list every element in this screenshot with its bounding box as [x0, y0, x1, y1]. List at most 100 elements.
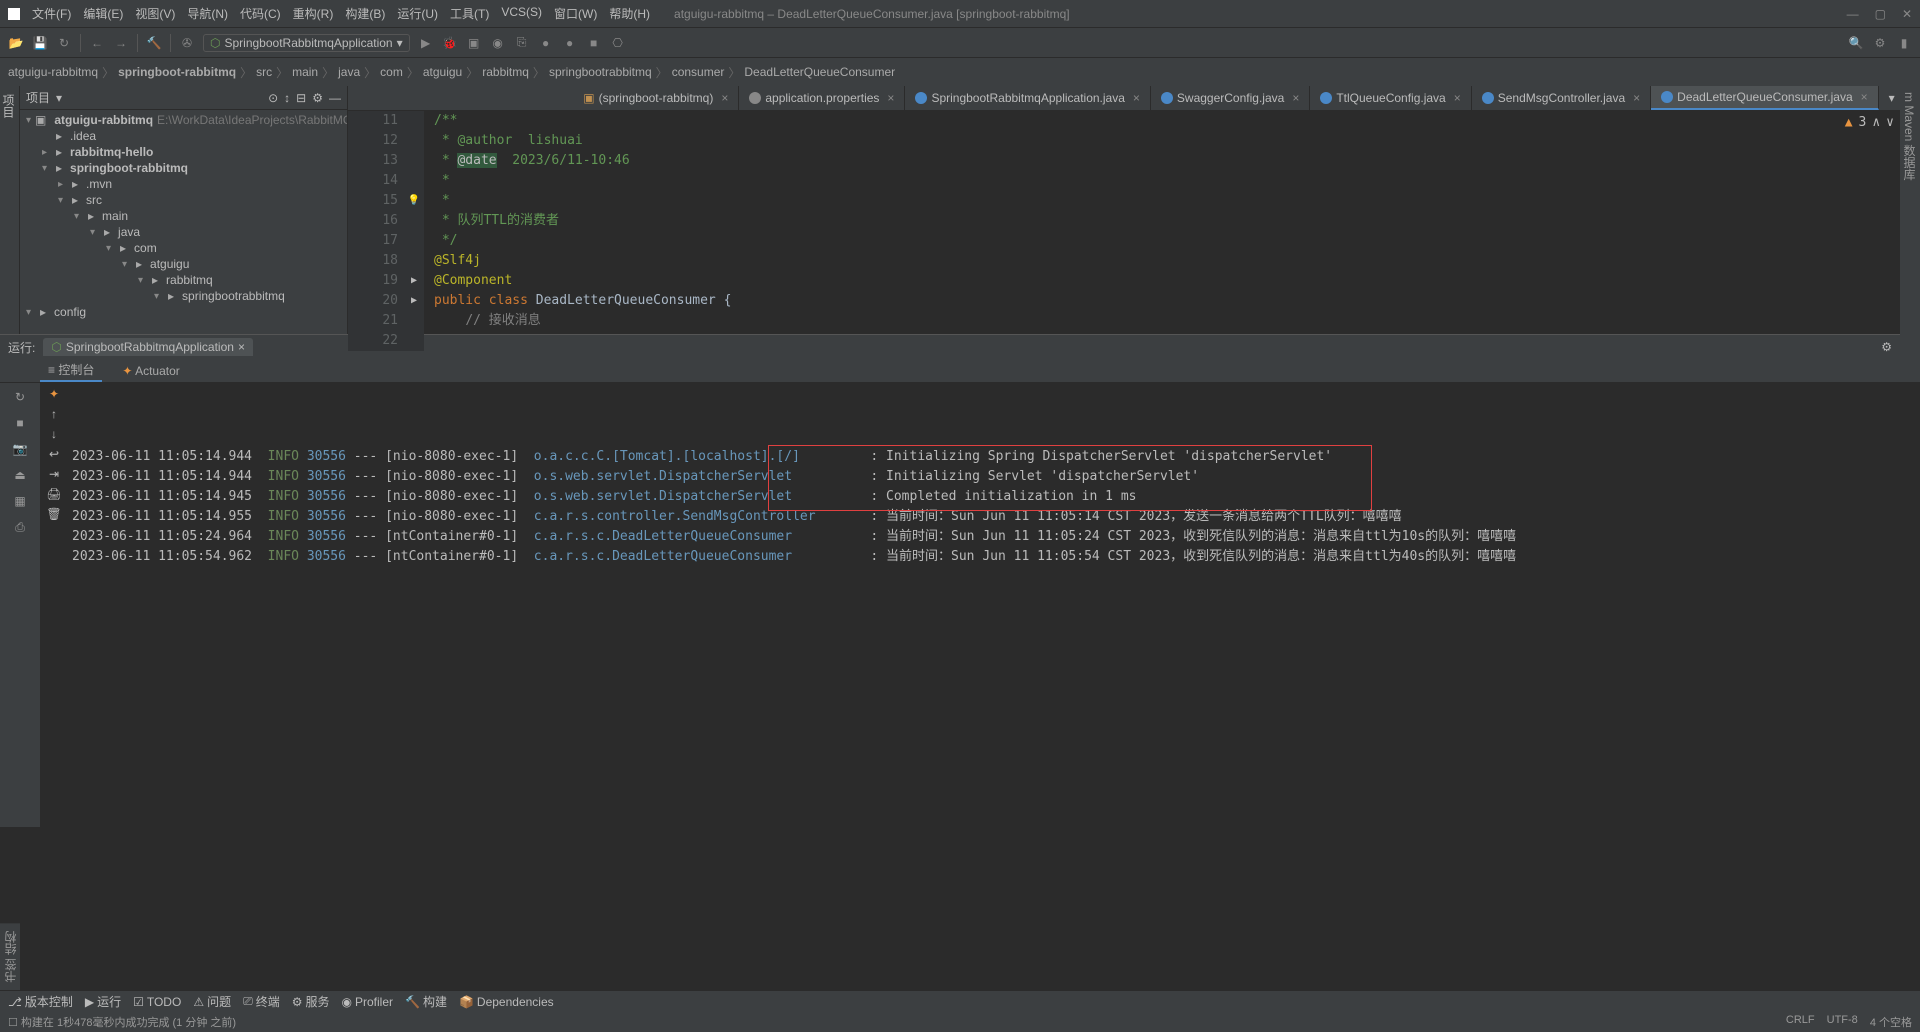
- sidebar-tab-project[interactable]: 项目: [0, 86, 20, 334]
- hammer-build-icon[interactable]: ✇: [179, 35, 195, 51]
- status-item[interactable]: 4 个空格: [1870, 1014, 1912, 1030]
- breadcrumb-item[interactable]: src: [256, 65, 272, 79]
- sync-icon[interactable]: ↻: [56, 35, 72, 51]
- search-icon[interactable]: 🔍: [1848, 35, 1864, 51]
- down-icon[interactable]: ↓: [51, 427, 57, 441]
- scroll-end-icon[interactable]: ✦: [49, 387, 59, 401]
- menu-item[interactable]: 重构(R): [289, 3, 338, 24]
- minimize-icon[interactable]: —: [1847, 7, 1859, 21]
- status-item[interactable]: UTF-8: [1827, 1014, 1858, 1030]
- menu-item[interactable]: 帮助(H): [605, 3, 654, 24]
- menu-item[interactable]: 编辑(E): [79, 3, 127, 24]
- editor-tab[interactable]: DeadLetterQueueConsumer.java×: [1651, 86, 1878, 110]
- layout-icon[interactable]: ▦: [4, 491, 36, 511]
- menu-item[interactable]: 视图(V): [131, 3, 179, 24]
- services-icon[interactable]: ⎔: [610, 35, 626, 51]
- status-item[interactable]: CRLF: [1786, 1014, 1815, 1030]
- run-tab-active[interactable]: ⬡ SpringbootRabbitmqApplication ×: [43, 338, 253, 356]
- tree-item[interactable]: ▸▸.mvn: [52, 176, 347, 192]
- thread-dump-icon[interactable]: 📷: [4, 439, 36, 459]
- tree-item[interactable]: ▾▸main: [68, 208, 347, 224]
- clear-icon[interactable]: 🗑: [46, 507, 61, 521]
- dropdown-icon[interactable]: ▾: [56, 91, 62, 105]
- save-icon[interactable]: 💾: [32, 35, 48, 51]
- profile-icon[interactable]: ◉: [490, 35, 506, 51]
- code-content[interactable]: /** * @author lishuai * @date 2023/6/11-…: [424, 111, 1920, 351]
- collapse-icon[interactable]: ⊟: [296, 91, 306, 105]
- tree-item[interactable]: ▸.idea: [36, 128, 347, 144]
- editor-tab[interactable]: application.properties×: [739, 86, 905, 110]
- stop-icon[interactable]: ■: [586, 35, 602, 51]
- hotswap2-icon[interactable]: ●: [562, 35, 578, 51]
- tree-item[interactable]: ▸▸rabbitmq-hello: [36, 144, 347, 160]
- breadcrumb-item[interactable]: springbootrabbitmq: [549, 65, 652, 79]
- tree-item[interactable]: ▾▸rabbitmq: [132, 272, 347, 288]
- menu-item[interactable]: 代码(C): [236, 3, 285, 24]
- menu-item[interactable]: VCS(S): [497, 3, 546, 24]
- expand-all-icon[interactable]: ↕: [284, 91, 290, 105]
- hotswap1-icon[interactable]: ●: [538, 35, 554, 51]
- breadcrumb-item[interactable]: atguigu-rabbitmq: [8, 65, 98, 79]
- soft-wrap-icon[interactable]: ↩: [49, 447, 59, 461]
- scroll-icon[interactable]: ⇥: [49, 467, 59, 481]
- bottom-tab[interactable]: ⚙服务: [292, 993, 330, 1010]
- editor-tab[interactable]: SwaggerConfig.java×: [1151, 86, 1310, 110]
- gear-icon[interactable]: ⚙: [312, 91, 323, 105]
- breadcrumb-item[interactable]: main: [292, 65, 318, 79]
- next-highlight-icon[interactable]: ∨: [1886, 115, 1894, 130]
- sidebar-tabs-right[interactable]: m Maven 数据库: [1900, 84, 1920, 304]
- rerun-icon[interactable]: ↻: [4, 387, 36, 407]
- bottom-tab[interactable]: ◉Profiler: [342, 995, 394, 1009]
- tree-item[interactable]: ▾▸src: [52, 192, 347, 208]
- menu-item[interactable]: 窗口(W): [550, 3, 601, 24]
- bottom-tab[interactable]: ⚠问题: [193, 993, 231, 1010]
- tree-item[interactable]: ▾▸java: [84, 224, 347, 240]
- menu-item[interactable]: 构建(B): [341, 3, 389, 24]
- menu-item[interactable]: 工具(T): [446, 3, 493, 24]
- editor-tab[interactable]: ▣(springboot-rabbitmq)×: [573, 86, 739, 110]
- up-icon[interactable]: ↑: [51, 407, 57, 421]
- maximize-icon[interactable]: ▢: [1875, 7, 1886, 21]
- run-icon[interactable]: ▶: [418, 35, 434, 51]
- assist-icon[interactable]: ▮: [1896, 35, 1912, 51]
- run-config-selector[interactable]: ⬡ SpringbootRabbitmqApplication ▾: [203, 34, 410, 52]
- console-output[interactable]: 2023-06-11 11:05:14.944 INFO 30556 --- […: [68, 383, 1920, 827]
- editor-inspections[interactable]: ▲ 3 ∧ ∨: [1845, 115, 1894, 130]
- breadcrumb-item[interactable]: springboot-rabbitmq: [118, 65, 236, 79]
- menu-item[interactable]: 文件(F): [28, 3, 75, 24]
- prev-highlight-icon[interactable]: ∧: [1872, 115, 1880, 130]
- sidebar-tabs-bottom-left[interactable]: 书签 结构: [0, 923, 20, 990]
- coverage-icon[interactable]: ▣: [466, 35, 482, 51]
- tree-item[interactable]: ▾▸springbootrabbitmq: [148, 288, 347, 304]
- print-icon[interactable]: 🖨: [46, 487, 61, 501]
- pin-icon[interactable]: ⎙: [4, 517, 36, 537]
- attach-icon[interactable]: ⎘: [514, 35, 530, 51]
- select-opened-icon[interactable]: ⊙: [268, 91, 278, 105]
- project-tree[interactable]: ▾▣ atguigu-rabbitmq E:\WorkData\IdeaProj…: [20, 110, 347, 334]
- open-icon[interactable]: 📂: [8, 35, 24, 51]
- tree-item[interactable]: ▾▸springboot-rabbitmq: [36, 160, 347, 176]
- forward-icon[interactable]: →: [113, 35, 129, 51]
- close-tab-icon[interactable]: ×: [238, 340, 245, 354]
- editor-tab[interactable]: TtlQueueConfig.java×: [1310, 86, 1471, 110]
- breadcrumb-item[interactable]: java: [338, 65, 360, 79]
- bottom-tab[interactable]: 📦Dependencies: [459, 995, 554, 1009]
- bottom-tab[interactable]: ⎇版本控制: [8, 993, 73, 1010]
- tree-item[interactable]: ▾▸com: [100, 240, 347, 256]
- stop-icon[interactable]: ■: [4, 413, 36, 433]
- exit-icon[interactable]: ⏏: [4, 465, 36, 485]
- project-root[interactable]: ▾▣ atguigu-rabbitmq E:\WorkData\IdeaProj…: [20, 112, 347, 128]
- bottom-tab[interactable]: ▶运行: [85, 993, 121, 1010]
- breadcrumb-item[interactable]: DeadLetterQueueConsumer: [744, 65, 895, 79]
- breadcrumb-item[interactable]: com: [380, 65, 403, 79]
- tree-item[interactable]: ▾▸config: [20, 304, 347, 320]
- menu-item[interactable]: 运行(U): [393, 3, 442, 24]
- close-icon[interactable]: ✕: [1902, 7, 1912, 21]
- settings-icon[interactable]: ⚙: [1872, 35, 1888, 51]
- console-tab[interactable]: ≡ 控制台: [40, 359, 102, 382]
- bottom-tab[interactable]: ☑TODO: [133, 995, 181, 1009]
- tree-item[interactable]: ▾▸atguigu: [116, 256, 347, 272]
- code-editor[interactable]: 111213141516171819202122 💡▶▶ /** * @auth…: [348, 111, 1920, 351]
- hammer-icon[interactable]: 🔨: [146, 35, 162, 51]
- bottom-tab[interactable]: ⎚终端: [243, 993, 280, 1010]
